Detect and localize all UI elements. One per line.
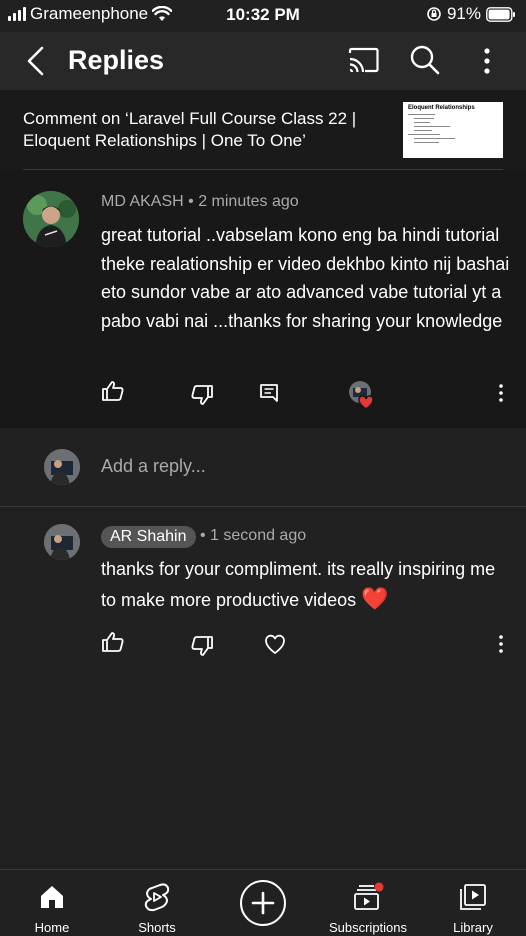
nav-subscriptions-label: Subscriptions [328, 920, 408, 935]
more-vert-icon [499, 384, 503, 402]
avatar-image [44, 524, 80, 560]
nav-library-label: Library [453, 920, 493, 935]
highlighted-comment: MD AKASH • 2 minutes ago great tutorial … [0, 170, 526, 428]
thumbs-down-icon [191, 636, 213, 656]
dislike-button[interactable] [188, 381, 216, 409]
nav-home-label: Home [34, 920, 70, 935]
reply-meta: • 1 second ago [200, 527, 306, 545]
status-bar-right: 91% [426, 4, 516, 24]
comment-body: great tutorial ..vabselam kono eng ba hi… [101, 225, 510, 331]
reply-author-badge[interactable]: AR Shahin [101, 526, 196, 548]
avatar[interactable] [44, 524, 80, 560]
thumbs-up-icon [102, 632, 124, 652]
add-reply-row[interactable]: Add a reply... [0, 428, 526, 506]
page-title: Replies [68, 45, 165, 75]
nav-shorts[interactable]: Shorts [127, 870, 187, 936]
signal-icon [8, 7, 26, 21]
home-icon [35, 880, 69, 914]
more-vert-icon [484, 48, 490, 74]
thumbnail-title: Eloquent Relationships [408, 105, 475, 111]
reply-text: thanks for your compliment. its really i… [101, 559, 496, 610]
avatar[interactable] [23, 191, 79, 247]
nav-subscriptions[interactable]: Subscriptions [323, 870, 413, 936]
comment-more-button[interactable] [487, 379, 515, 407]
carrier-name: Grameenphone [30, 4, 149, 23]
comment-on-header[interactable]: Comment on ‘Laravel Full Course Class 22… [0, 90, 526, 170]
app-bar: Replies [0, 32, 526, 90]
comment-icon [260, 384, 278, 402]
status-bar: Grameenphone 10:32 PM 91% [0, 0, 526, 32]
thumbs-up-icon [102, 381, 124, 401]
comment-meta: MD AKASH • 2 minutes ago [101, 193, 299, 211]
avatar [44, 449, 80, 485]
thumbs-down-icon [191, 385, 213, 405]
subscriptions-icon [351, 880, 385, 914]
reply-body: thanks for your compliment. its really i… [101, 554, 511, 615]
add-reply-input[interactable]: Add a reply... [101, 456, 206, 477]
cast-icon [348, 47, 379, 73]
creator-heart-icon [349, 381, 374, 410]
like-button[interactable] [99, 377, 127, 405]
create-button[interactable] [240, 880, 286, 926]
library-icon [456, 880, 490, 914]
heart-emoji: ❤️ [361, 586, 389, 611]
heart-button[interactable] [261, 630, 289, 658]
avatar-image [23, 191, 79, 247]
nav-library[interactable]: Library [443, 870, 503, 936]
bottom-navigation: Home Shorts Subscriptions Library [0, 869, 526, 936]
status-bar-left: Grameenphone [8, 4, 173, 24]
comment-author[interactable]: MD AKASH [101, 193, 184, 210]
avatar-image [44, 449, 80, 485]
cast-button[interactable] [346, 44, 380, 78]
search-button[interactable] [408, 42, 442, 78]
back-arrow-icon [27, 46, 44, 76]
back-button[interactable] [18, 42, 52, 80]
shorts-icon [140, 880, 174, 914]
orientation-lock-icon [427, 7, 441, 21]
meta-separator: • [200, 527, 211, 544]
reply-comment: AR Shahin • 1 second ago thanks for your… [0, 507, 526, 667]
search-icon [410, 45, 440, 75]
nav-home[interactable]: Home [22, 870, 82, 936]
like-button[interactable] [99, 628, 127, 656]
battery-icon [486, 6, 515, 22]
more-vert-icon [499, 635, 503, 653]
creator-heart-badge [346, 379, 380, 413]
reply-more-button[interactable] [487, 630, 515, 658]
more-options-button[interactable] [472, 44, 502, 78]
wifi-icon [152, 6, 173, 21]
meta-separator: • [188, 193, 199, 210]
heart-outline-icon [265, 634, 285, 654]
plus-icon [251, 891, 275, 915]
reply-button[interactable] [255, 379, 283, 407]
comment-on-text: Comment on ‘Laravel Full Course Class 22… [23, 109, 357, 150]
battery-percent: 91% [446, 4, 481, 23]
nav-shorts-label: Shorts [138, 920, 176, 935]
comment-time: 2 minutes ago [198, 193, 299, 210]
reply-time: 1 second ago [210, 527, 307, 544]
dislike-button[interactable] [188, 632, 216, 660]
video-thumbnail[interactable]: Eloquent Relationships [403, 102, 503, 158]
